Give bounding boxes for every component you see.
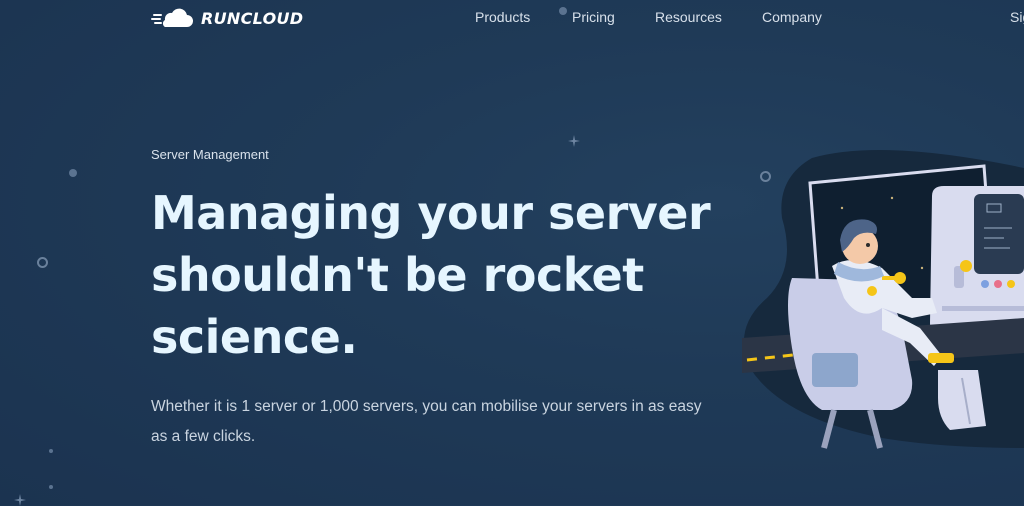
nav-item-company[interactable]: Company xyxy=(762,9,822,25)
hero-section: Server Management Managing your server s… xyxy=(151,146,731,452)
sparkle-icon xyxy=(14,494,26,506)
site-header: RUNCLOUD Products Pricing Resources Comp… xyxy=(0,0,1024,36)
astronaut-cockpit-illustration xyxy=(742,150,1024,449)
decor-dot xyxy=(559,7,567,15)
hero-eyebrow: Server Management xyxy=(151,147,269,162)
nav-item-sign-in[interactable]: Sig xyxy=(1010,9,1024,25)
headline-line: Managing your server xyxy=(151,186,711,240)
decor-dot xyxy=(49,449,53,453)
headline-line: shouldn't be rocket xyxy=(151,248,644,302)
hero-subtext: Whether it is 1 server or 1,000 servers,… xyxy=(151,398,702,445)
decor-dot xyxy=(69,169,77,177)
decor-ring xyxy=(37,257,48,268)
nav-item-resources[interactable]: Resources xyxy=(655,9,722,25)
nav-item-products[interactable]: Products xyxy=(475,9,530,25)
headline-line: science. xyxy=(151,310,358,364)
decor-dot xyxy=(49,485,53,489)
hero-headline: Managing your server shouldn't be rocket… xyxy=(151,182,731,368)
main-nav: Products Pricing Resources Company Sig xyxy=(0,9,1024,27)
nav-item-pricing[interactable]: Pricing xyxy=(572,9,615,25)
